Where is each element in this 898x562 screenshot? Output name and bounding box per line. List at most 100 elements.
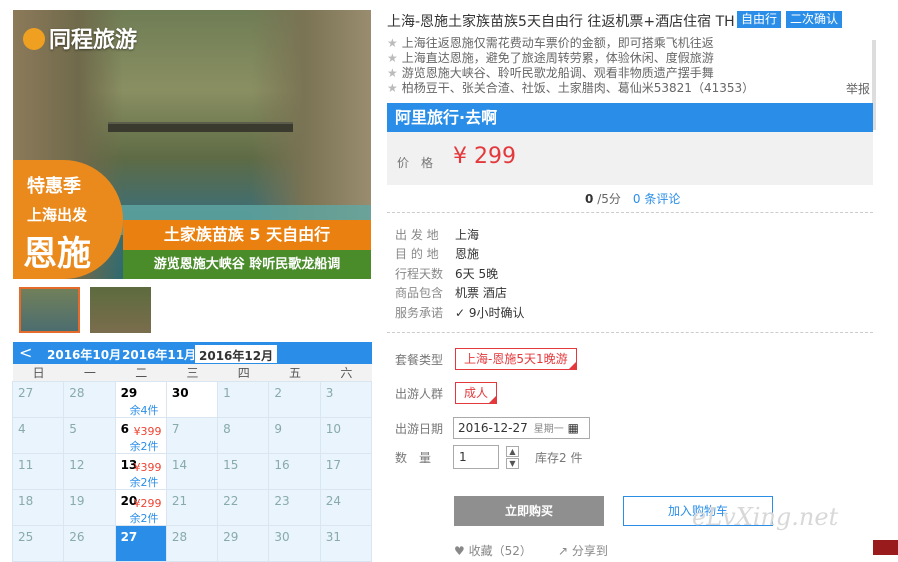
day-number: 28 (69, 386, 85, 400)
day-number: 5 (69, 422, 77, 436)
calendar-day[interactable]: 30 (165, 381, 219, 418)
day-number: 30 (274, 530, 290, 544)
tag-free-travel: 自由行 (737, 11, 782, 28)
report-link[interactable]: 举报 (846, 80, 870, 97)
calendar-day[interactable]: 7 (165, 417, 219, 454)
reviews-link[interactable]: 0 条评论 (633, 192, 680, 206)
day-number: 31 (325, 530, 341, 544)
calendar-header: < 2016年10月 2016年11月 2016年12月 (13, 342, 372, 364)
calendar-day[interactable]: 26 (63, 525, 116, 562)
calendar-day[interactable]: 4 (12, 417, 65, 454)
calendar-day[interactable]: 10 (319, 417, 372, 454)
day-number: 29 (120, 386, 138, 400)
day-number: 14 (171, 458, 188, 472)
calendar-day[interactable]: 20 ¥299 余2件 (114, 489, 167, 526)
day-number: 11 (18, 458, 34, 472)
calendar-day[interactable]: 13 ¥399 余2件 (114, 453, 167, 490)
calendar-day[interactable]: 29 (217, 525, 270, 562)
day-number: 16 (274, 458, 290, 472)
calendar-day[interactable]: 28 (63, 381, 116, 418)
calendar-month-tab[interactable]: 2016年10月 (47, 346, 121, 363)
day-number: 21 (171, 494, 188, 508)
calendar-day[interactable]: 25 (12, 525, 65, 562)
calendar-day[interactable]: 14 (165, 453, 219, 490)
calendar-day[interactable]: 8 (217, 417, 270, 454)
info-label: 行程天数 (395, 267, 444, 281)
day-number: 29 (223, 530, 239, 544)
hero-band-1: 土家族苗族 5 天自由行 (123, 220, 371, 250)
package-option-selected[interactable]: 上海-恩施5天1晚游 (455, 348, 577, 370)
calendar-day[interactable]: 21 (165, 489, 219, 526)
weekday-label: 一 (83, 366, 96, 380)
quantity-up-icon[interactable]: ▲ (506, 446, 519, 457)
plank-bridge (108, 122, 293, 132)
day-number: 23 (274, 494, 290, 508)
corner-widget[interactable] (873, 540, 898, 555)
badge-line-3: 恩施 (23, 234, 91, 274)
info-label: 商品包含 (395, 286, 444, 300)
feature-item: 柏杨豆干、张关合渣、社饭、土家腊肉、葛仙米53821（41353） (387, 79, 754, 96)
people-option-selected[interactable]: 成人 (455, 382, 498, 404)
calendar-day[interactable]: 3 (319, 381, 372, 418)
info-value: ✓ 9小时确认 (455, 304, 525, 321)
calendar-day[interactable]: 27 (12, 381, 65, 418)
calendar-day[interactable]: 9 (268, 417, 321, 454)
calendar-day[interactable]: 17 (319, 453, 372, 490)
calendar-day[interactable]: 22 (217, 489, 270, 526)
day-price: ¥399 (133, 461, 162, 474)
departure-calendar: < 2016年10月 2016年11月 2016年12月 日一二三四五六 27 2… (12, 342, 372, 562)
day-number: 9 (274, 422, 283, 436)
share-link[interactable]: ↗ 分享到 (558, 542, 608, 559)
heart-icon: ♥ (454, 544, 465, 558)
calendar-day[interactable]: 23 (268, 489, 321, 526)
calendar-day[interactable]: 28 (165, 525, 219, 562)
day-number: 18 (18, 494, 34, 508)
favorite-link[interactable]: ♥ 收藏（52） (454, 542, 532, 559)
calendar-day[interactable]: 18 (12, 489, 65, 526)
price-value: ¥ 299 (453, 144, 516, 169)
calendar-day[interactable]: 29 余4件 (114, 381, 167, 418)
calendar-icon[interactable]: ▦ (568, 421, 579, 435)
calendar-day[interactable]: 30 (268, 525, 321, 562)
thumbnail-2[interactable] (90, 287, 151, 333)
calendar-day[interactable]: 12 (63, 453, 116, 490)
quantity-input[interactable]: 1 (453, 445, 499, 469)
info-value: 6天 5晚 (455, 267, 499, 281)
weekday-label: 二 (135, 366, 148, 380)
thumbnail-1[interactable] (19, 287, 80, 333)
buy-now-button[interactable]: 立即购买 (454, 496, 604, 526)
tag-second-confirm: 二次确认 (786, 11, 843, 28)
share-text: 分享到 (571, 544, 608, 558)
calendar-day[interactable]: 24 (319, 489, 372, 526)
day-number: 7 (171, 422, 180, 436)
calendar-day[interactable]: 2 (268, 381, 321, 418)
divider (387, 332, 873, 333)
favorite-text: 收藏（52） (468, 544, 532, 558)
quantity-down-icon[interactable]: ▼ (506, 458, 519, 469)
calendar-day[interactable]: 15 (217, 453, 270, 490)
day-number: 27 (120, 530, 138, 544)
calendar-day[interactable]: 11 (12, 453, 65, 490)
day-number: 28 (171, 530, 188, 544)
date-weekday: 星期一 (533, 424, 564, 435)
calendar-month-tab-selected[interactable]: 2016年12月 (194, 344, 279, 364)
day-stock: 余2件 (129, 512, 159, 525)
badge-line-2: 上海出发 (27, 206, 88, 224)
calendar-weekdays: 日一二三四五六 (13, 364, 372, 382)
agency-banner[interactable]: 阿里旅行·去啊 (387, 103, 873, 132)
calendar-day[interactable]: 27 (114, 525, 167, 562)
calendar-day[interactable]: 16 (268, 453, 321, 490)
calendar-day[interactable]: 31 (319, 525, 372, 562)
info-label: 出 发 地 (395, 228, 439, 242)
calendar-day[interactable]: 19 (63, 489, 116, 526)
calendar-month-tab[interactable]: 2016年11月 (122, 346, 196, 363)
day-stock: 余2件 (129, 476, 159, 489)
calendar-day[interactable]: 1 (217, 381, 270, 418)
calendar-day[interactable]: 6 ¥399 余2件 (114, 417, 167, 454)
calendar-day[interactable]: 5 (63, 417, 116, 454)
date-field[interactable]: 2016-12-27 星期一 ▦ (453, 417, 590, 439)
day-number: 6 (120, 422, 129, 436)
day-price: ¥399 (133, 425, 162, 438)
calendar-prev-icon[interactable]: < (19, 343, 32, 362)
package-label: 套餐类型 (395, 353, 444, 367)
